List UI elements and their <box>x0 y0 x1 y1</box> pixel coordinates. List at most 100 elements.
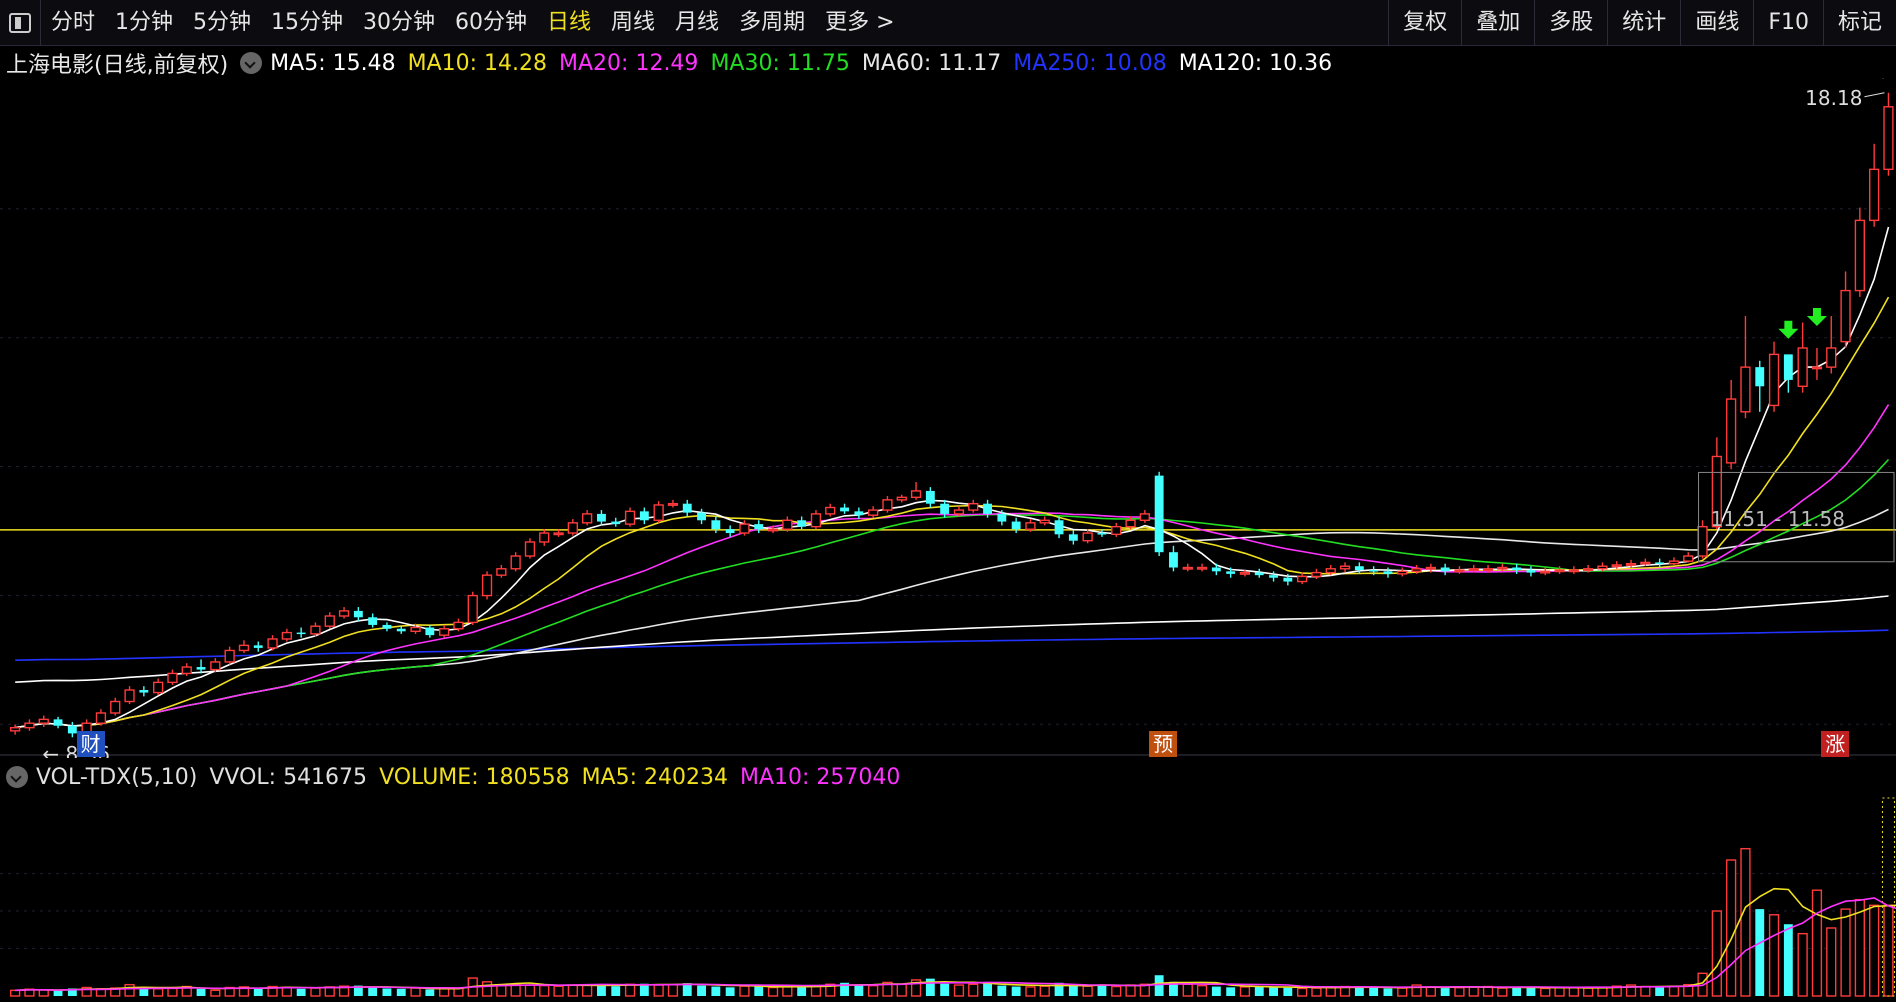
volume-bar <box>653 984 664 997</box>
candle-body <box>238 644 250 652</box>
volume-bar <box>1768 914 1780 997</box>
volume-bar <box>997 985 1007 996</box>
volume-bar <box>1111 985 1122 997</box>
candle-body <box>797 520 807 527</box>
ma5-line <box>15 226 1890 729</box>
candle-body <box>739 523 750 534</box>
volume-bar <box>410 987 421 997</box>
candle-body <box>1039 519 1050 524</box>
draw-line-button[interactable]: 画线 <box>1680 0 1753 46</box>
candle-body <box>582 513 593 524</box>
candle-body <box>67 725 77 734</box>
tab-period-3[interactable]: 15分钟 <box>261 0 353 46</box>
candle-body <box>425 627 435 636</box>
candle-body <box>1125 519 1136 528</box>
volume-bar <box>1226 987 1236 996</box>
vol-ma5-value: MA5: 240234 <box>581 764 728 790</box>
volume-value: VOLUME: 180558 <box>379 764 570 790</box>
mark-button[interactable]: 标记 <box>1822 0 1896 46</box>
tab-period-7[interactable]: 周线 <box>601 0 665 46</box>
tab-period-9[interactable]: 多周期 <box>729 0 815 46</box>
volume-bar <box>739 985 750 997</box>
price-legend: 上海电影(日线,前复权) MA5: 15.48 MA10: 14.28 MA20… <box>6 48 1344 79</box>
candle-body <box>1655 562 1665 564</box>
candle-body <box>110 700 121 714</box>
candle-body <box>840 507 849 512</box>
tab-period-8[interactable]: 月线 <box>665 0 729 46</box>
candle-body <box>1640 561 1651 565</box>
candle-body <box>624 510 636 525</box>
volume-bar <box>1211 986 1221 996</box>
candle-body <box>224 649 235 663</box>
volume-bar <box>1854 898 1865 997</box>
candle-body <box>810 513 822 528</box>
financial-report-badge[interactable]: 财 <box>76 731 105 757</box>
tab-period-0[interactable]: 分时 <box>41 0 105 46</box>
tab-period-5[interactable]: 60分钟 <box>445 0 537 46</box>
volume-bar <box>481 981 493 997</box>
volume-bar <box>1269 987 1278 996</box>
candle-body <box>1554 569 1565 573</box>
statistics-button[interactable]: 统计 <box>1607 0 1680 46</box>
panel-toggle-icon[interactable] <box>0 0 40 46</box>
volume-bar <box>524 984 536 997</box>
tab-period-4[interactable]: 30分钟 <box>353 0 445 46</box>
tab-more[interactable]: 更多 > <box>815 0 904 46</box>
volume-bar <box>1512 987 1522 996</box>
candle-body <box>940 503 950 514</box>
volume-chart[interactable] <box>0 796 1896 1002</box>
volume-bar <box>539 984 550 997</box>
candle-body <box>38 718 49 724</box>
candle-body <box>296 632 306 635</box>
candle-body <box>1583 568 1594 571</box>
volume-bar <box>1497 987 1508 997</box>
chevron-down-icon[interactable] <box>240 52 263 74</box>
tool-buttons: 复权 叠加 多股 统计 画线 F10 标记 <box>1388 0 1896 46</box>
volume-bar <box>1354 987 1364 996</box>
candle-body <box>1440 567 1450 572</box>
volume-bar <box>1068 984 1078 996</box>
tab-period-1[interactable]: 1分钟 <box>105 0 183 46</box>
candlestick-chart[interactable]: 18.18← 8.3611.51 - 11.58 <box>0 78 1896 758</box>
volume-bar <box>439 988 450 997</box>
candle-body <box>1054 520 1064 535</box>
volume-bar <box>38 989 49 997</box>
ma10-line <box>15 296 1890 729</box>
candle-body <box>1111 525 1122 536</box>
volume-bar <box>1797 932 1808 997</box>
candle-body <box>1811 366 1823 370</box>
volume-bar <box>1711 910 1722 997</box>
ma120-line <box>15 595 1889 683</box>
candle-body <box>782 519 793 530</box>
volume-bar <box>1568 986 1579 997</box>
chart-title: 上海电影(日线,前复权) <box>6 53 229 78</box>
candle-body <box>553 532 564 536</box>
adjust-button[interactable]: 复权 <box>1388 0 1461 46</box>
high-price-label: 18.18 <box>1805 86 1862 110</box>
candle-body <box>1283 577 1293 582</box>
multi-stock-button[interactable]: 多股 <box>1534 0 1607 46</box>
candle-body <box>925 490 935 504</box>
ma5-value: MA5: 15.48 <box>270 50 396 76</box>
forecast-badge[interactable]: 预 <box>1149 731 1178 757</box>
ma250-line <box>15 629 1889 661</box>
volume-bar <box>1783 924 1793 996</box>
candle-body <box>1411 568 1422 573</box>
candle-body <box>439 628 450 636</box>
tab-period-6[interactable]: 日线 <box>537 0 601 46</box>
volume-bar <box>711 986 721 996</box>
chevron-down-icon[interactable] <box>6 766 28 788</box>
candle-body <box>1196 566 1208 570</box>
volume-bar <box>1655 987 1665 996</box>
volume-bar <box>767 986 779 997</box>
tab-period-2[interactable]: 5分钟 <box>183 0 261 46</box>
candle-body <box>453 621 464 630</box>
limit-up-badge[interactable]: 涨 <box>1821 731 1850 757</box>
overlay-button[interactable]: 叠加 <box>1461 0 1534 46</box>
f10-button[interactable]: F10 <box>1753 0 1823 46</box>
candle-body <box>1740 366 1751 413</box>
volume-bar <box>1397 987 1408 997</box>
candle-body <box>1540 570 1551 574</box>
candle-body <box>882 499 893 511</box>
candle-body <box>854 511 864 516</box>
